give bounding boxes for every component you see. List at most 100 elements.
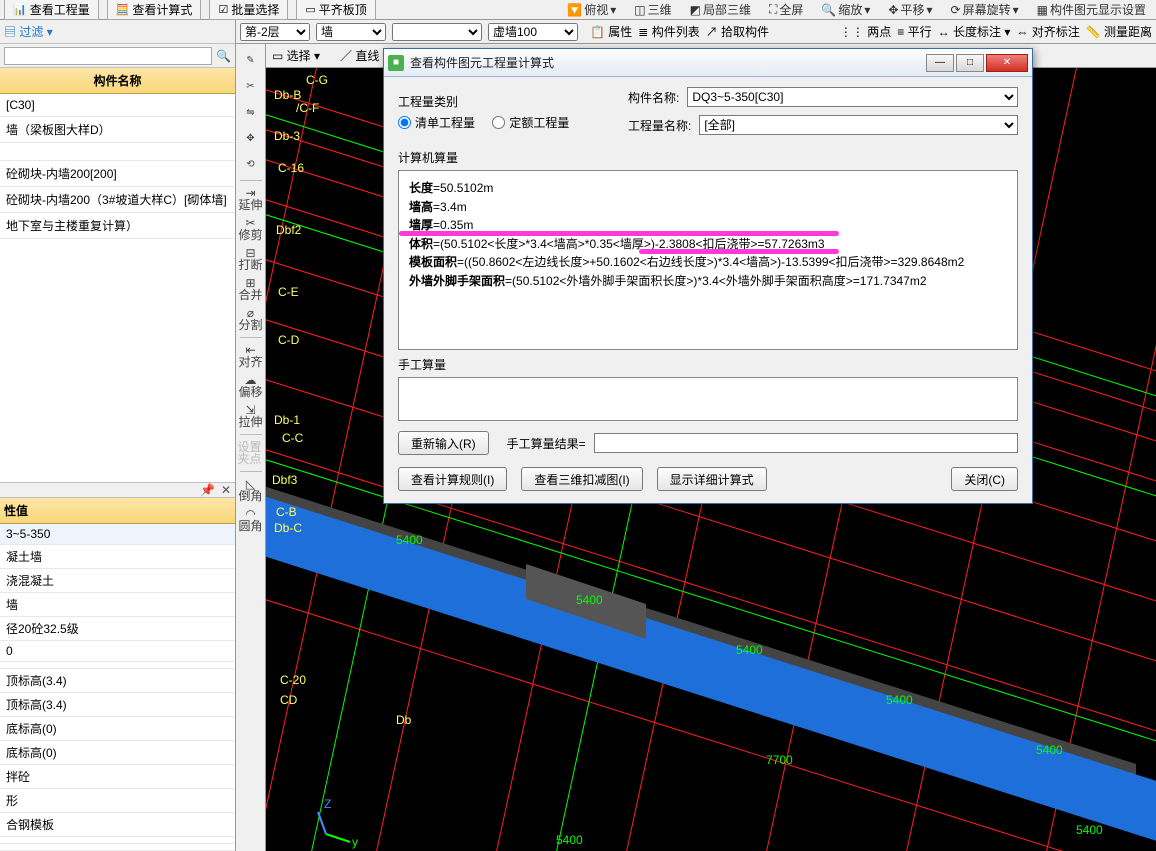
menu-zoom[interactable]: 🔍 缩放 ▾	[815, 0, 876, 20]
radio-list-qty[interactable]: 清单工程量	[398, 114, 475, 131]
pick-component-button[interactable]: ↗ 拾取构件	[706, 23, 769, 40]
parallel-button[interactable]: ≡ 平行	[897, 23, 931, 40]
menu-3d[interactable]: ◫ 三维	[628, 0, 677, 20]
reenter-button[interactable]: 重新输入(R)	[398, 431, 489, 455]
prop-row[interactable]: 凝土墙	[0, 545, 235, 569]
svg-text:5400: 5400	[576, 593, 603, 607]
svg-text:Db: Db	[396, 713, 412, 727]
prop-row[interactable]	[0, 837, 235, 844]
category-select[interactable]: 墙	[316, 23, 386, 41]
svg-text:Z: Z	[324, 797, 331, 811]
vtool-break[interactable]: ⊟打断	[238, 245, 264, 273]
menu-rotate[interactable]: ⟳ 屏幕旋转 ▾	[945, 0, 1025, 20]
prop-row[interactable]: 浇混凝土	[0, 569, 235, 593]
vtool-fillet[interactable]: ◠圆角	[238, 506, 264, 534]
svg-text:5400: 5400	[1076, 823, 1103, 837]
view-3d-deduct-button[interactable]: 查看三维扣减图(I)	[521, 467, 642, 491]
list-item[interactable]: [C30]	[0, 94, 235, 117]
vtool-chamfer[interactable]: ◺倒角	[238, 476, 264, 504]
vtool-grips[interactable]: 设置夹点	[238, 439, 264, 467]
vtool-mirror-icon[interactable]: ⇋	[238, 100, 264, 124]
dialog-close-button[interactable]: 关闭(C)	[951, 467, 1018, 491]
subcat-select[interactable]	[392, 23, 482, 41]
list-item[interactable]: 墙（梁板图大样D）	[0, 117, 235, 143]
vtool-align[interactable]: ⇤对齐	[238, 342, 264, 370]
tab-level-slab[interactable]: ▭ 平齐板顶	[296, 0, 375, 20]
tab-view-formula[interactable]: 🧮 查看计算式	[107, 0, 202, 20]
vtool-split[interactable]: ⌀分割	[238, 305, 264, 333]
dialog-titlebar[interactable]: ■ 查看构件图元工程量计算式 — □ ✕	[384, 49, 1032, 77]
manual-result-label: 手工算量结果=	[507, 435, 586, 452]
manual-result-field[interactable]	[594, 433, 1018, 453]
menu-pan[interactable]: ✥ 平移 ▾	[882, 0, 938, 20]
show-detail-button[interactable]: 显示详细计算式	[657, 467, 767, 491]
prop-row[interactable]: 形	[0, 789, 235, 813]
calc-result-box[interactable]: 长度=50.5102m 墙高=3.4m 墙厚=0.35m 体积=(50.5102…	[398, 170, 1018, 350]
prop-row[interactable]: 0	[0, 641, 235, 662]
measure-button[interactable]: 📏 测量距离	[1086, 23, 1152, 40]
qty-type-label: 工程量类别	[398, 93, 598, 110]
view-rule-button[interactable]: 查看计算规则(I)	[398, 467, 507, 491]
computer-calc-label: 计算机算量	[398, 149, 1018, 166]
radio-quota-qty[interactable]: 定额工程量	[492, 114, 569, 131]
vertical-toolbar: ✎ ✂ ⇋ ✥ ⟲ ⇥延伸 ✂修剪 ⊟打断 ⊞合并 ⌀分割 ⇤对齐 ☁偏移 ⇲拉…	[236, 44, 266, 851]
prop-row[interactable]: 拌砼	[0, 765, 235, 789]
two-point-button[interactable]: ⋮⋮ 两点	[840, 23, 891, 40]
vtool-pencil-icon[interactable]: ✎	[238, 48, 264, 72]
close-panel-icon[interactable]: ✕	[221, 483, 231, 497]
filter-bar: ▤ 过滤 ▾	[0, 20, 235, 44]
svg-text:C-G: C-G	[306, 73, 328, 87]
component-select[interactable]: 虚墙100	[488, 23, 578, 41]
formula-dialog: ■ 查看构件图元工程量计算式 — □ ✕ 工程量类别 清单工程量 定额工程量 构…	[383, 48, 1033, 504]
minimize-button[interactable]: —	[926, 54, 954, 72]
tab-batch-select[interactable]: ☑ 批量选择	[209, 0, 288, 20]
prop-row[interactable]	[0, 844, 235, 851]
component-name-select[interactable]: DQ3~5-350[C30]	[687, 87, 1018, 107]
app-icon: ■	[388, 55, 404, 71]
prop-row[interactable]: 底标高(0)	[0, 741, 235, 765]
manual-calc-box[interactable]	[398, 377, 1018, 421]
vtool-trim[interactable]: ✂修剪	[238, 215, 264, 243]
list-item[interactable]: 砼砌块-内墙200[200]	[0, 161, 235, 187]
close-button[interactable]: ✕	[986, 54, 1028, 72]
menu-topview[interactable]: 🔽 俯视 ▾	[561, 0, 622, 20]
filter-icon[interactable]: ▤ 过滤 ▾	[4, 23, 53, 40]
menu-local3d[interactable]: ◩ 局部三维	[684, 0, 757, 20]
vtool-move-icon[interactable]: ✥	[238, 126, 264, 150]
list-item[interactable]: 砼砌块-内墙200（3#坡道大样C）[砌体墙]	[0, 187, 235, 213]
select-tool[interactable]: ▭ 选择 ▾	[272, 47, 320, 64]
maximize-button[interactable]: □	[956, 54, 984, 72]
qty-name-label: 工程量名称:	[628, 117, 691, 134]
layer-select[interactable]: 第-2层	[240, 23, 310, 41]
prop-row[interactable]: 3~5-350	[0, 524, 235, 545]
vtool-extend[interactable]: ⇥延伸	[238, 185, 264, 213]
tab-view-qty[interactable]: 📊 查看工程量	[4, 0, 99, 20]
component-list-button[interactable]: ≣ 构件列表	[638, 23, 699, 40]
search-input[interactable]	[4, 47, 212, 65]
vtool-crop-icon[interactable]: ✂	[238, 74, 264, 98]
panel-pin-bar: 📌 ✕	[0, 482, 235, 498]
line-tool[interactable]: ／ 直线 ▾	[340, 47, 389, 64]
length-dim-button[interactable]: ↔ 长度标注 ▾	[938, 23, 1011, 40]
svg-text:Db-C: Db-C	[274, 521, 302, 535]
vtool-merge[interactable]: ⊞合并	[238, 275, 264, 303]
prop-row[interactable]: 墙	[0, 593, 235, 617]
prop-row[interactable]: 底标高(0)	[0, 717, 235, 741]
highlight-marker	[639, 249, 839, 254]
prop-row[interactable]	[0, 662, 235, 669]
align-dim-button[interactable]: ⇔ 对齐标注	[1016, 23, 1079, 40]
menu-fullscreen[interactable]: ⛶ 全屏	[763, 0, 809, 20]
vtool-rotate-icon[interactable]: ⟲	[238, 152, 264, 176]
prop-row[interactable]: 顶标高(3.4)	[0, 669, 235, 693]
menu-display-settings[interactable]: ▦ 构件图元显示设置	[1031, 0, 1152, 20]
properties-button[interactable]: 📋 属性	[590, 23, 632, 40]
qty-name-select[interactable]: [全部]	[699, 115, 1018, 135]
search-icon[interactable]: 🔍	[216, 49, 231, 63]
list-item[interactable]: 地下室与主楼重复计算）	[0, 213, 235, 239]
prop-row[interactable]: 顶标高(3.4)	[0, 693, 235, 717]
vtool-offset[interactable]: ☁偏移	[238, 372, 264, 400]
prop-row[interactable]: 合钢模板	[0, 813, 235, 837]
prop-row[interactable]: 径20砼32.5级	[0, 617, 235, 641]
pin-icon[interactable]: 📌	[200, 483, 215, 497]
vtool-stretch[interactable]: ⇲拉伸	[238, 402, 264, 430]
